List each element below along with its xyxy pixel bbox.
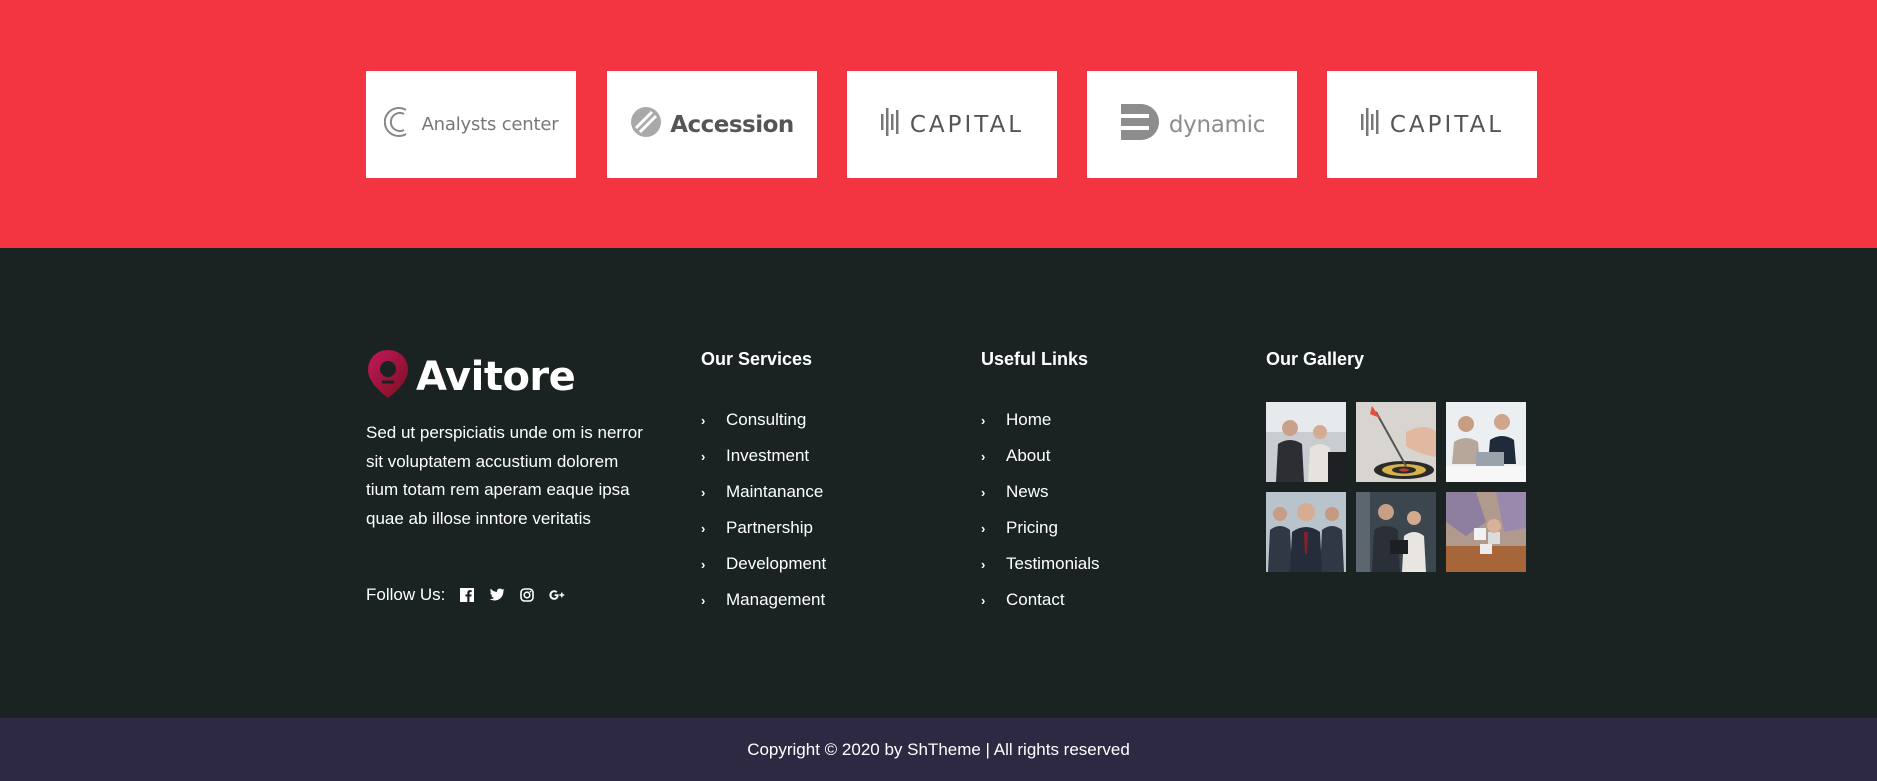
useful-link-label: Testimonials [1006, 554, 1100, 573]
dynamic-logo-icon [1119, 102, 1161, 147]
capital-logo-icon [880, 106, 902, 143]
partner-name: Analysts center [421, 114, 559, 135]
partner-card-capital[interactable]: CAPITAL [847, 71, 1057, 178]
gallery-image-puzzle-hands[interactable] [1446, 492, 1526, 572]
services-item-label: Development [726, 554, 827, 573]
partner-card-accession[interactable]: Accession [607, 71, 817, 178]
services-item-partnership[interactable]: › Partnership [701, 510, 826, 546]
useful-links-title: Useful Links [981, 349, 1089, 369]
services-item-development[interactable]: › Development [701, 546, 826, 582]
about-text: Sed ut perspiciatis unde om is nerror si… [366, 423, 643, 528]
chevron-right-icon: › [701, 592, 706, 608]
chevron-right-icon: › [701, 484, 706, 500]
chevron-right-icon: › [981, 484, 986, 500]
services-item-management[interactable]: › Management [701, 582, 826, 618]
services-item-maintanance[interactable]: › Maintanance [701, 474, 826, 510]
useful-link-testimonials[interactable]: › Testimonials [981, 546, 1100, 582]
services-list: › Consulting › Investment › Maintanance › Pa… [701, 402, 826, 618]
instagram-icon[interactable] [519, 587, 535, 603]
useful-link-contact[interactable]: › Contact [981, 582, 1100, 618]
google-plus-icon[interactable] [549, 587, 565, 603]
copyright-bar: Copyright © 2020 by ShTheme | All rights… [0, 718, 1877, 781]
services-title: Our Services [701, 349, 813, 369]
chevron-right-icon: › [981, 592, 986, 608]
gallery-grid [1266, 402, 1526, 572]
partner-card-capital-2[interactable]: CAPITAL [1327, 71, 1537, 178]
chevron-right-icon: › [981, 412, 986, 428]
services-item-label: Investment [726, 446, 810, 465]
map-pin-logo-icon [366, 348, 410, 405]
gallery-image-business-team[interactable] [1266, 492, 1346, 572]
chevron-right-icon: › [701, 520, 706, 536]
chevron-right-icon: › [701, 448, 706, 464]
gallery-image-dart-target[interactable] [1356, 402, 1436, 482]
footer-logo[interactable]: Avitore [366, 348, 576, 405]
partner-card-dynamic[interactable]: dynamic [1087, 71, 1297, 178]
services-item-label: Maintanance [726, 482, 824, 501]
follow-us: Follow Us: [366, 585, 565, 605]
analysts-center-logo-icon [383, 104, 414, 145]
services-item-label: Management [726, 590, 826, 609]
partners-section: Analysts center Accession CAPITAL dynami… [0, 0, 1877, 248]
gallery-image-business-people[interactable] [1266, 402, 1346, 482]
footer [0, 248, 1877, 718]
chevron-right-icon: › [981, 556, 986, 572]
useful-links-list: › Home › About › News › Pricing › Testimonial… [981, 402, 1100, 618]
partner-card-analysts-center[interactable]: Analysts center [366, 71, 576, 178]
brand-name: Avitore [416, 353, 576, 400]
chevron-right-icon: › [981, 520, 986, 536]
twitter-icon[interactable] [489, 587, 506, 603]
useful-link-pricing[interactable]: › Pricing [981, 510, 1100, 546]
useful-link-label: Home [1006, 410, 1052, 429]
useful-link-home[interactable]: › Home [981, 402, 1100, 438]
partner-name: CAPITAL [909, 111, 1025, 138]
copyright-text: Copyright © 2020 by ShTheme | All rights… [747, 739, 1130, 759]
partner-name: CAPITAL [1389, 111, 1505, 138]
useful-link-label: About [1006, 446, 1051, 465]
chevron-right-icon: › [701, 412, 706, 428]
capital-logo-icon [1360, 106, 1382, 143]
useful-link-about[interactable]: › About [981, 438, 1100, 474]
chevron-right-icon: › [701, 556, 706, 572]
follow-us-label: Follow Us: [366, 585, 446, 604]
services-item-label: Consulting [726, 410, 807, 429]
services-item-label: Partnership [726, 518, 813, 537]
partner-name: Accession [670, 111, 794, 138]
services-item-investment[interactable]: › Investment [701, 438, 826, 474]
useful-link-label: Pricing [1006, 518, 1058, 537]
useful-link-news[interactable]: › News [981, 474, 1100, 510]
accession-logo-icon [630, 106, 662, 143]
gallery-title: Our Gallery [1266, 349, 1365, 369]
useful-link-label: News [1006, 482, 1049, 501]
services-item-consulting[interactable]: › Consulting [701, 402, 826, 438]
partner-name: dynamic [1168, 111, 1266, 138]
gallery-image-team-laptop[interactable] [1446, 402, 1526, 482]
useful-link-label: Contact [1006, 590, 1065, 609]
chevron-right-icon: › [981, 448, 986, 464]
facebook-icon[interactable] [459, 587, 475, 603]
gallery-image-colleagues[interactable] [1356, 492, 1436, 572]
